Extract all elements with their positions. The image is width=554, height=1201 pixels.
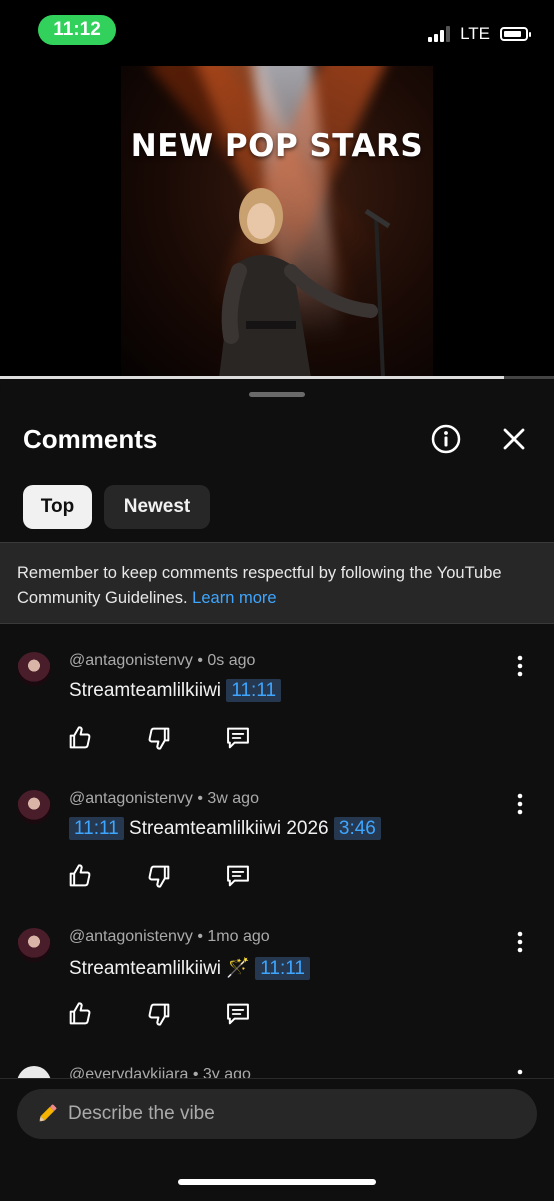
avatar[interactable] <box>17 790 51 824</box>
more-vert-icon[interactable] <box>510 792 530 816</box>
video-thumbnail: NEW POP STARS <box>121 66 433 378</box>
comment-body: Streamteamlilkiiwi <box>69 680 222 701</box>
status-indicators: LTE <box>428 24 531 44</box>
comment-author[interactable]: @antagonistenvy <box>69 790 193 807</box>
reply-icon[interactable] <box>224 1000 252 1028</box>
performer-illustration <box>219 188 391 378</box>
dislike-icon[interactable] <box>145 1000 173 1028</box>
video-player[interactable]: NEW POP STARS <box>0 66 554 379</box>
like-icon[interactable] <box>66 1000 94 1028</box>
comment-input[interactable]: Describe the vibe <box>17 1089 537 1139</box>
comment-actions <box>66 862 303 890</box>
comment-actions <box>66 724 303 752</box>
comment-item: @antagonistenvy • 3w ago 11:11 Streamtea… <box>0 790 554 920</box>
comment-author[interactable]: @antagonistenvy <box>69 652 193 669</box>
status-time: 11:12 <box>38 15 116 45</box>
comment-meta: @antagonistenvy • 1mo ago <box>69 928 270 945</box>
comment-composer-bar: Describe the vibe <box>0 1078 554 1201</box>
comments-sheet: Comments Top Newest Remember to keep com… <box>0 380 554 1201</box>
home-indicator[interactable] <box>178 1179 376 1185</box>
filter-top-chip[interactable]: Top <box>23 485 92 529</box>
comment-meta: @antagonistenvy • 0s ago <box>69 652 256 669</box>
dislike-icon[interactable] <box>145 724 173 752</box>
comment-text: Streamteamlilkiiwi 11:11 <box>69 679 282 702</box>
reply-icon[interactable] <box>224 862 252 890</box>
comment-actions <box>66 1000 303 1028</box>
comment-text: 11:11 Streamteamlilkiiwi 2026 3:46 <box>69 817 381 840</box>
learn-more-link[interactable]: Learn more <box>192 589 276 607</box>
comment-age: 3w ago <box>207 790 259 807</box>
reply-icon[interactable] <box>224 724 252 752</box>
comment-author[interactable]: @antagonistenvy <box>69 928 193 945</box>
filter-newest-chip[interactable]: Newest <box>104 485 210 529</box>
dislike-icon[interactable] <box>145 862 173 890</box>
comment-item: @antagonistenvy • 0s ago Streamteamlilki… <box>0 652 554 782</box>
comment-item: @antagonistenvy • 1mo ago Streamteamlilk… <box>0 928 554 1058</box>
like-icon[interactable] <box>66 862 94 890</box>
drag-handle[interactable] <box>249 392 305 397</box>
timestamp-link[interactable]: 11:11 <box>69 817 124 840</box>
info-icon[interactable] <box>431 424 461 454</box>
battery-icon <box>500 27 531 41</box>
comment-placeholder: Describe the vibe <box>68 1103 215 1124</box>
comment-meta: @antagonistenvy • 3w ago <box>69 790 259 807</box>
comment-age: 0s ago <box>207 652 256 669</box>
video-progress-bar[interactable] <box>0 376 554 379</box>
status-bar: 11:12 LTE <box>0 0 554 66</box>
timestamp-link[interactable]: 11:11 <box>226 679 282 702</box>
community-guidelines-notice: Remember to keep comments respectful by … <box>0 542 554 624</box>
avatar[interactable] <box>17 928 51 962</box>
timestamp-link[interactable]: 11:11 <box>255 957 310 980</box>
network-type: LTE <box>460 24 490 43</box>
comments-title: Comments <box>23 424 158 454</box>
avatar[interactable] <box>17 652 51 686</box>
more-vert-icon[interactable] <box>510 654 530 678</box>
comment-body: Streamteamlilkiiwi 🪄 <box>69 958 250 979</box>
comment-body: Streamteamlilkiiwi 2026 <box>129 818 329 839</box>
close-icon[interactable] <box>501 426 527 452</box>
more-vert-icon[interactable] <box>510 930 530 954</box>
comment-text: Streamteamlilkiiwi 🪄 11:11 <box>69 956 310 980</box>
like-icon[interactable] <box>66 724 94 752</box>
timestamp-link[interactable]: 3:46 <box>333 817 381 840</box>
comment-age: 1mo ago <box>207 928 270 945</box>
pencil-icon <box>34 1101 60 1127</box>
signal-icon <box>428 26 451 42</box>
